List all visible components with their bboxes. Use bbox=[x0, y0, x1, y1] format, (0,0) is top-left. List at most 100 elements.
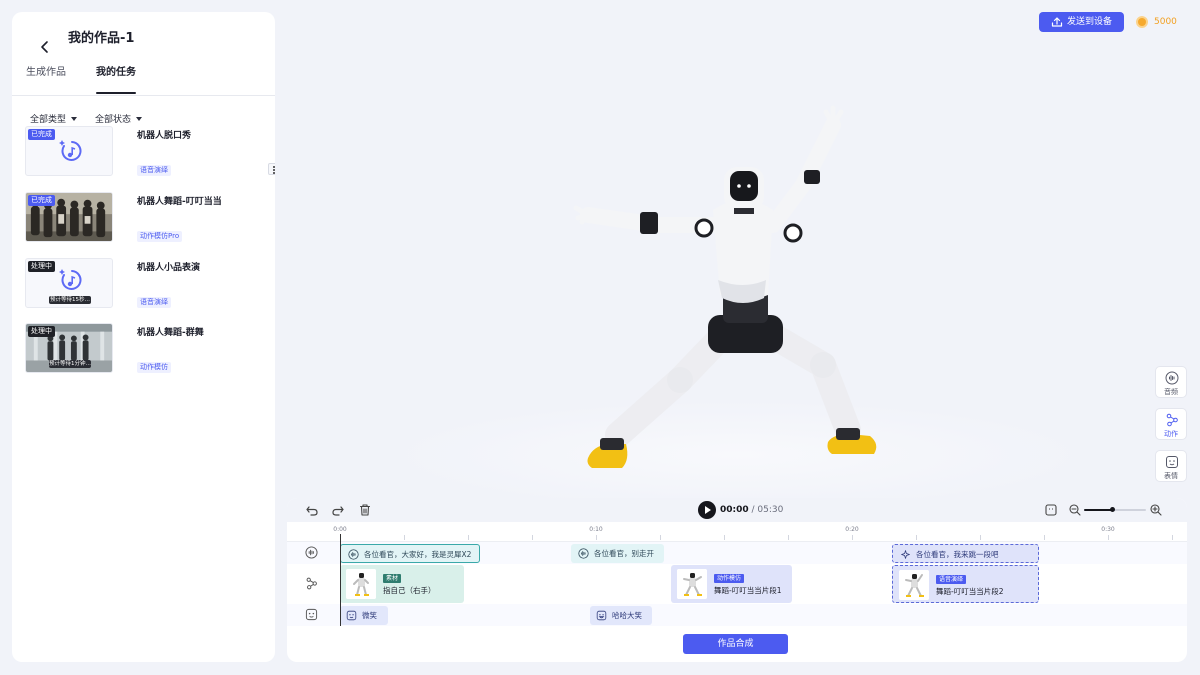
delete-icon[interactable] bbox=[358, 503, 372, 517]
panel-tabs: 生成作品 我的任务 bbox=[12, 62, 275, 96]
status-badge: 已完成 bbox=[28, 129, 55, 140]
dot bbox=[273, 172, 275, 174]
task-title: 机器人舞蹈-群舞 bbox=[137, 328, 204, 338]
panel-header: 我的作品-1 bbox=[12, 12, 275, 62]
action-clip[interactable]: 素材 指自己（右手） bbox=[340, 565, 464, 603]
caret-down-icon bbox=[71, 117, 78, 121]
laugh-icon bbox=[596, 610, 607, 620]
time-readout: 00:00 / 05:30 bbox=[720, 504, 783, 516]
coin-value: 5000 bbox=[1154, 17, 1177, 27]
redo-icon[interactable] bbox=[331, 503, 345, 517]
zoom-slider[interactable] bbox=[1084, 507, 1146, 512]
task-thumbnail: 已完成 bbox=[25, 192, 113, 242]
expression-track: 微笑 哈哈大笑 bbox=[287, 604, 1187, 626]
ruler-tick bbox=[532, 535, 533, 540]
total-time: / 05:30 bbox=[748, 505, 784, 515]
expression-clip[interactable]: 哈哈大笑 bbox=[590, 605, 652, 625]
ruler-label: 0:30 bbox=[1101, 526, 1115, 533]
audio-wave-icon bbox=[348, 548, 359, 560]
clip-type-badge: 动作模仿 bbox=[714, 574, 745, 583]
ruler-tick bbox=[1108, 535, 1109, 540]
ruler-tick bbox=[788, 535, 789, 540]
audio-icon bbox=[1165, 371, 1179, 385]
task-panel: 我的作品-1 生成作品 我的任务 全部类型 全部状态 已完成 机器人脱口秀 语音… bbox=[12, 12, 275, 662]
clip-name: 指自己（右手） bbox=[383, 586, 436, 595]
tab-generated-works[interactable]: 生成作品 bbox=[26, 62, 66, 95]
playhead[interactable] bbox=[340, 534, 341, 626]
compose-work-button[interactable]: 作品合成 bbox=[683, 634, 788, 654]
ruler-tick bbox=[916, 535, 917, 540]
robot-pose-thumbnail bbox=[899, 570, 929, 600]
zoom-slider-fill bbox=[1084, 509, 1112, 511]
audio-track-icon bbox=[305, 546, 318, 559]
ruler-tick bbox=[724, 535, 725, 540]
expression-tool-button[interactable]: 表情 bbox=[1155, 450, 1187, 482]
send-to-device-button[interactable]: 发送到设备 bbox=[1039, 12, 1124, 32]
expression-clip[interactable]: 微笑 bbox=[340, 605, 388, 625]
audio-clip[interactable]: 各位看官，别走开 bbox=[571, 543, 664, 563]
robot-pose-thumbnail bbox=[346, 569, 376, 599]
audio-wave-icon bbox=[578, 547, 589, 559]
action-clip[interactable]: 语音演绎 舞蹈-叮叮当当片段2 bbox=[892, 565, 1039, 603]
more-options-button[interactable] bbox=[268, 163, 275, 175]
status-badge: 处理中 bbox=[28, 326, 55, 337]
undo-icon[interactable] bbox=[305, 503, 319, 517]
timeline-editor: 00:00 / 05:30 0:00 0:10 0:20 0:30 各位看官，大… bbox=[287, 498, 1187, 662]
task-item[interactable]: 处理中 预计等待1分钟… 机器人舞蹈-群舞 动作模仿 bbox=[25, 323, 268, 375]
clip-name: 舞蹈-叮叮当当片段2 bbox=[936, 587, 1004, 596]
status-badge: 处理中 bbox=[28, 261, 55, 272]
expression-track-icon bbox=[305, 608, 318, 621]
ruler-label: 0:10 bbox=[589, 526, 603, 533]
ruler-tick bbox=[980, 535, 981, 540]
ruler-tick bbox=[1044, 535, 1045, 540]
time-ruler: 0:00 0:10 0:20 0:30 bbox=[287, 522, 1187, 542]
task-thumbnail: 已完成 bbox=[25, 126, 113, 176]
task-type-tag: 动作模仿 bbox=[137, 362, 171, 373]
status-badge: 已完成 bbox=[28, 195, 55, 206]
dot bbox=[273, 169, 275, 171]
robot-illustration bbox=[573, 105, 877, 468]
zoom-out-icon[interactable] bbox=[1068, 503, 1082, 517]
ruler-tick bbox=[596, 535, 597, 540]
ruler-tick bbox=[852, 535, 853, 540]
expression-icon bbox=[1166, 456, 1178, 468]
action-track: 素材 指自己（右手） 动作模仿 舞蹈-叮叮当当片段1 语音演绎 舞蹈-叮叮当当片… bbox=[287, 564, 1187, 604]
audio-clip[interactable]: 各位看官，大家好，我是灵犀X2 bbox=[340, 543, 480, 563]
task-item[interactable]: 已完成 机器人舞蹈-叮叮当当 动作模仿Pro bbox=[25, 192, 268, 244]
ruler-tick bbox=[660, 535, 661, 540]
zoom-slider-handle[interactable] bbox=[1109, 507, 1115, 512]
action-clip[interactable]: 动作模仿 舞蹈-叮叮当当片段1 bbox=[671, 565, 792, 603]
timeline-toolbar: 00:00 / 05:30 bbox=[287, 498, 1187, 522]
play-button[interactable] bbox=[698, 501, 716, 519]
type-filter-dropdown[interactable]: 全部类型 bbox=[30, 112, 78, 125]
ruler-tick bbox=[1172, 535, 1173, 540]
audio-tool-button[interactable]: 音频 bbox=[1155, 366, 1187, 398]
smile-icon bbox=[346, 610, 357, 620]
task-item[interactable]: 处理中 预计等待15秒… 机器人小品表演 语音演绎 bbox=[25, 258, 268, 310]
action-icon bbox=[1166, 413, 1178, 427]
clip-type-badge: 素材 bbox=[383, 574, 402, 583]
task-type-tag: 动作模仿Pro bbox=[137, 231, 183, 242]
task-thumbnail: 处理中 预计等待1分钟… bbox=[25, 323, 113, 373]
coin-icon bbox=[1136, 16, 1148, 28]
zoom-in-icon[interactable] bbox=[1149, 503, 1163, 517]
robot-pose-thumbnail bbox=[677, 569, 707, 599]
action-tool-button[interactable]: 动作 bbox=[1155, 408, 1187, 440]
voice-performance-icon bbox=[59, 140, 82, 161]
back-arrow-icon[interactable] bbox=[38, 40, 52, 54]
page-title: 我的作品-1 bbox=[68, 31, 135, 46]
tab-my-tasks[interactable]: 我的任务 bbox=[96, 62, 136, 95]
ruler-label: 0:20 bbox=[845, 526, 859, 533]
audio-track: 各位看官，大家好，我是灵犀X2 各位看官，别走开 各位看官，我来跳一段吧 bbox=[287, 542, 1187, 564]
ruler-label: 0:00 bbox=[333, 526, 347, 533]
task-title: 机器人小品表演 bbox=[137, 263, 201, 273]
fit-view-icon[interactable] bbox=[1044, 503, 1058, 517]
robot-preview bbox=[288, 40, 1148, 510]
status-filter-dropdown[interactable]: 全部状态 bbox=[95, 112, 143, 125]
dot bbox=[273, 166, 275, 168]
task-type-tag: 语音演绎 bbox=[137, 297, 171, 308]
task-item[interactable]: 已完成 机器人脱口秀 语音演绎 bbox=[25, 126, 275, 178]
audio-clip[interactable]: 各位看官，我来跳一段吧 bbox=[892, 543, 1039, 563]
clip-name: 舞蹈-叮叮当当片段1 bbox=[714, 586, 782, 595]
ruler-tick bbox=[404, 535, 405, 540]
